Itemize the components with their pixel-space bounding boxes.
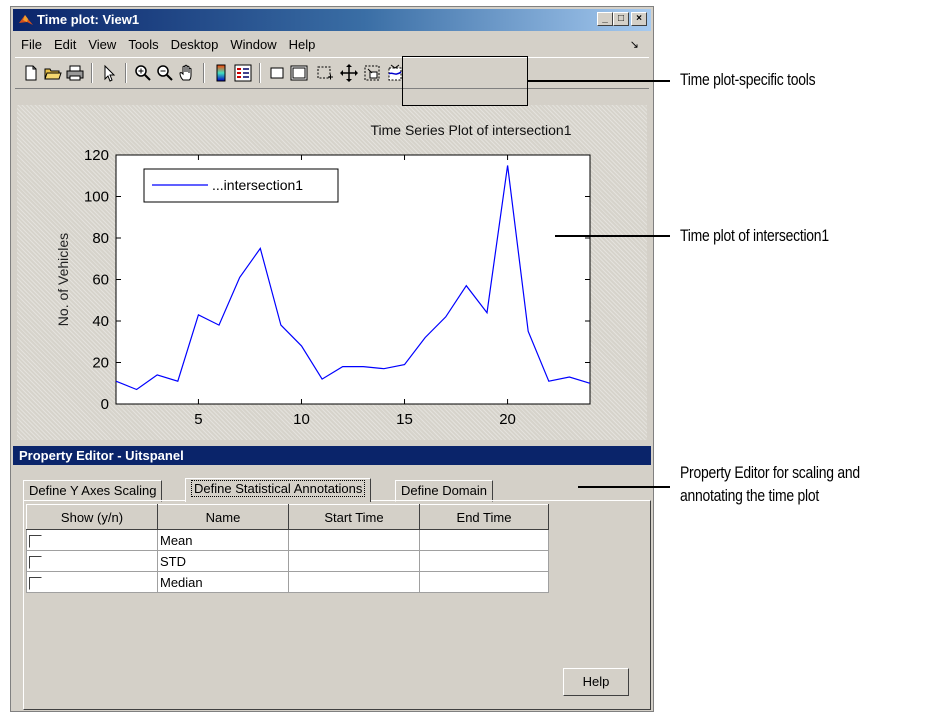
callout-tools: Time plot-specific tools [680, 70, 816, 89]
show-checkbox[interactable] [29, 576, 42, 590]
move-icon[interactable] [339, 63, 359, 83]
column-header-show[interactable]: Show (y/n) [26, 504, 158, 530]
single-panel-icon[interactable] [267, 63, 287, 83]
close-button[interactable]: × [631, 12, 647, 26]
new-file-icon[interactable] [21, 63, 41, 83]
tab-label: Define Y Axes Scaling [29, 483, 157, 498]
time-plot-window: Time plot: View1 _ □ × File Edit View Tools… [10, 6, 654, 712]
toolbar-separator [91, 63, 93, 83]
end-time-cell[interactable] [419, 571, 549, 593]
show-checkbox[interactable] [29, 555, 42, 569]
dock-arrow-icon[interactable]: ↘ [630, 38, 639, 51]
toolbar-separator [203, 63, 205, 83]
tab-label: Define Domain [401, 483, 487, 498]
name-cell[interactable]: Mean [157, 529, 289, 551]
full-panel-icon[interactable] [289, 63, 309, 83]
zoom-out-icon[interactable] [155, 63, 175, 83]
close-icon: × [636, 13, 642, 24]
zoom-in-icon[interactable] [133, 63, 153, 83]
start-time-cell[interactable] [288, 550, 420, 572]
show-cell[interactable] [26, 550, 158, 572]
menu-view[interactable]: View [82, 35, 122, 52]
matlab-logo-icon [19, 15, 33, 25]
column-header-end-time[interactable]: End Time [419, 504, 549, 530]
menu-file[interactable]: File [15, 35, 48, 52]
callout-plot: Time plot of intersection1 [680, 226, 829, 245]
table-row: Mean [26, 529, 549, 551]
minimize-icon: _ [602, 13, 608, 24]
column-header-start-time[interactable]: Start Time [288, 504, 420, 530]
callout-leader-line [555, 235, 670, 237]
callout-editor-line2: annotating the time plot [680, 486, 820, 505]
tools-highlight-box [402, 56, 528, 106]
table-row: STD [26, 550, 549, 572]
table-row: Median [26, 571, 549, 593]
legend-icon[interactable] [233, 63, 253, 83]
pan-hand-icon[interactable] [177, 63, 197, 83]
menu-desktop[interactable]: Desktop [165, 35, 225, 52]
maximize-button[interactable]: □ [613, 12, 629, 26]
minimize-button[interactable]: _ [597, 12, 613, 26]
show-cell[interactable] [26, 571, 158, 593]
toolbar-separator [125, 63, 127, 83]
callout-editor-line1: Property Editor for scaling and [680, 463, 860, 482]
colorbar-icon[interactable] [211, 63, 231, 83]
toolbar [15, 57, 649, 89]
tab-label: Define Statistical Annotations [191, 480, 366, 497]
menu-tools[interactable]: Tools [122, 35, 164, 52]
callout-leader-line [528, 80, 670, 82]
window-title: Time plot: View1 [37, 12, 140, 27]
menu-edit[interactable]: Edit [48, 35, 82, 52]
annotations-table: Show (y/n) Name Start Time End Time Mean… [26, 504, 549, 593]
column-header-name[interactable]: Name [157, 504, 289, 530]
end-time-cell[interactable] [419, 550, 549, 572]
maximize-icon: □ [617, 13, 625, 24]
property-editor-title: Property Editor - Uitspanel [13, 446, 651, 465]
start-time-cell[interactable] [288, 571, 420, 593]
open-folder-icon[interactable] [43, 63, 63, 83]
title-bar[interactable]: Time plot: View1 _ □ × [13, 9, 651, 31]
tab-statistical-annotations[interactable]: Define Statistical Annotations [185, 478, 372, 502]
callout-leader-line [578, 486, 670, 488]
tab-define-domain[interactable]: Define Domain [395, 480, 493, 502]
select-region-icon[interactable] [315, 63, 335, 83]
zoom-region-icon[interactable] [363, 63, 383, 83]
menu-window[interactable]: Window [224, 35, 282, 52]
end-time-cell[interactable] [419, 529, 549, 551]
chart-title: Time Series Plot of intersection1 [370, 122, 572, 138]
pointer-icon[interactable] [99, 63, 119, 83]
menu-bar: File Edit View Tools Desktop Window Help ↘ [15, 35, 649, 55]
menu-help[interactable]: Help [283, 35, 322, 52]
start-time-cell[interactable] [288, 529, 420, 551]
plot-panel [17, 105, 647, 440]
print-icon[interactable] [65, 63, 85, 83]
show-checkbox[interactable] [29, 534, 42, 548]
name-cell[interactable]: STD [157, 550, 289, 572]
tab-y-axes-scaling[interactable]: Define Y Axes Scaling [23, 480, 163, 502]
show-cell[interactable] [26, 529, 158, 551]
toolbar-separator [259, 63, 261, 83]
name-cell[interactable]: Median [157, 571, 289, 593]
help-button[interactable]: Help [563, 668, 629, 696]
